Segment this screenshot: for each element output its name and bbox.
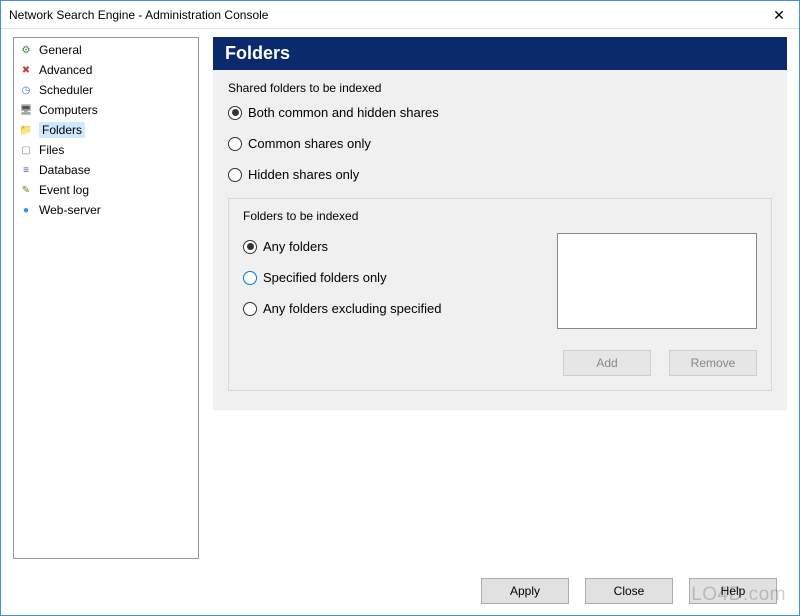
radio-label: Hidden shares only	[248, 167, 359, 182]
sidebar: ⚙ General ✖ Advanced ◷ Scheduler 🖥 Computers 📁 Fo…	[13, 37, 199, 559]
shared-folders-panel: Shared folders to be indexed Both common…	[213, 70, 787, 410]
radio-hidden-only[interactable]: Hidden shares only	[228, 167, 772, 182]
sidebar-item-advanced[interactable]: ✖ Advanced	[15, 60, 197, 80]
close-button[interactable]: Close	[585, 578, 673, 604]
radio-icon	[243, 302, 257, 316]
sidebar-item-general-icon: ⚙	[19, 43, 33, 57]
folders-group-label: Folders to be indexed	[243, 209, 757, 223]
remove-button[interactable]: Remove	[669, 350, 757, 376]
sidebar-item-label: Web-server	[39, 203, 101, 217]
radio-specified-only[interactable]: Specified folders only	[243, 270, 533, 285]
sidebar-item-files[interactable]: ▢ Files	[15, 140, 197, 160]
sidebar-item-eventlog[interactable]: ✎ Event log	[15, 180, 197, 200]
radio-excluding-specified[interactable]: Any folders excluding specified	[243, 301, 533, 316]
page-title: Folders	[213, 37, 787, 70]
sidebar-item-label: Event log	[39, 183, 89, 197]
sidebar-item-webserver[interactable]: ● Web-server	[15, 200, 197, 220]
help-button[interactable]: Help	[689, 578, 777, 604]
window-frame: Network Search Engine - Administration C…	[0, 0, 800, 616]
sidebar-item-files-icon: ▢	[19, 143, 33, 157]
content-pane: Folders Shared folders to be indexed Bot…	[213, 37, 787, 559]
sidebar-item-webserver-icon: ●	[19, 203, 33, 217]
radio-any-folders[interactable]: Any folders	[243, 239, 533, 254]
add-button[interactable]: Add	[563, 350, 651, 376]
sidebar-item-folders-icon: 📁	[19, 123, 33, 137]
sidebar-item-computers-icon: 🖥	[19, 103, 33, 117]
window-title: Network Search Engine - Administration C…	[9, 8, 268, 22]
radio-icon	[228, 106, 242, 120]
radio-icon	[228, 137, 242, 151]
radio-icon	[243, 240, 257, 254]
sidebar-item-label: General	[39, 43, 82, 57]
apply-button[interactable]: Apply	[481, 578, 569, 604]
radio-label: Common shares only	[248, 136, 371, 151]
radio-label: Any folders excluding specified	[263, 301, 442, 316]
radio-icon	[243, 271, 257, 285]
footer: Apply Close Help	[1, 567, 799, 615]
sidebar-item-advanced-icon: ✖	[19, 63, 33, 77]
radio-label: Specified folders only	[263, 270, 387, 285]
sidebar-item-label: Computers	[39, 103, 98, 117]
radio-label: Both common and hidden shares	[248, 105, 439, 120]
sidebar-item-scheduler-icon: ◷	[19, 83, 33, 97]
sidebar-item-computers[interactable]: 🖥 Computers	[15, 100, 197, 120]
sidebar-item-label: Folders	[39, 122, 85, 138]
folders-listbox[interactable]	[557, 233, 757, 329]
folders-subpanel: Folders to be indexed Any folders Specifi…	[228, 198, 772, 391]
sidebar-item-label: Database	[39, 163, 90, 177]
shared-folders-label: Shared folders to be indexed	[228, 81, 772, 95]
radio-both-shares[interactable]: Both common and hidden shares	[228, 105, 772, 120]
sidebar-item-eventlog-icon: ✎	[19, 183, 33, 197]
radio-label: Any folders	[263, 239, 328, 254]
sidebar-item-database-icon: ≡	[19, 163, 33, 177]
sidebar-item-scheduler[interactable]: ◷ Scheduler	[15, 80, 197, 100]
titlebar: Network Search Engine - Administration C…	[1, 1, 799, 29]
window-body: ⚙ General ✖ Advanced ◷ Scheduler 🖥 Computers 📁 Fo…	[1, 29, 799, 567]
sidebar-item-general[interactable]: ⚙ General	[15, 40, 197, 60]
sidebar-item-label: Scheduler	[39, 83, 93, 97]
sidebar-item-folders[interactable]: 📁 Folders	[15, 120, 197, 140]
sidebar-item-label: Files	[39, 143, 64, 157]
sidebar-item-label: Advanced	[39, 63, 92, 77]
close-icon[interactable]: ✕	[769, 5, 789, 25]
sidebar-item-database[interactable]: ≡ Database	[15, 160, 197, 180]
radio-icon	[228, 168, 242, 182]
radio-common-only[interactable]: Common shares only	[228, 136, 772, 151]
